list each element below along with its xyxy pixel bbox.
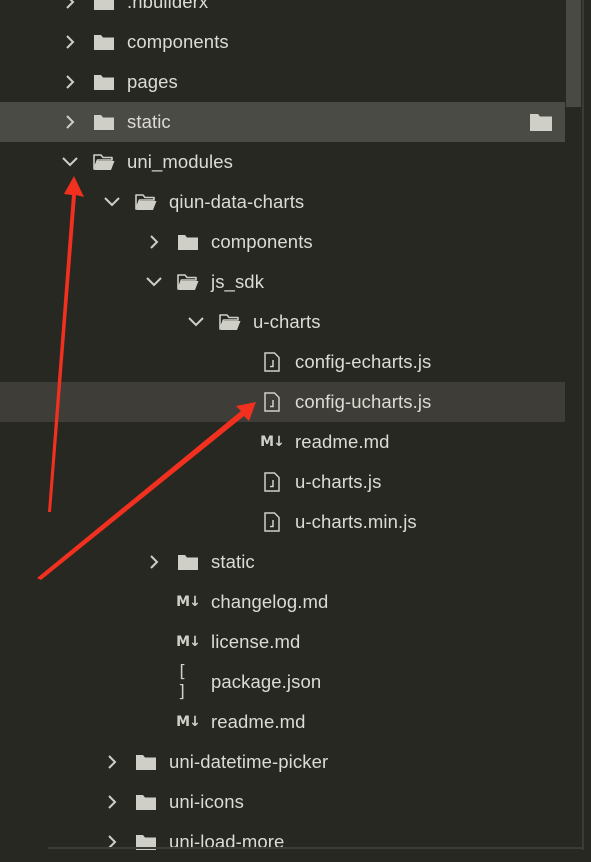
tree-row-license-md[interactable]: M↓ license.md	[0, 622, 565, 662]
tree-item-label: config-echarts.js	[295, 351, 432, 372]
tree-row-uni-modules[interactable]: uni_modules	[0, 142, 565, 182]
markdown-glyph: M↓	[176, 714, 201, 730]
chevron-down-icon[interactable]	[60, 152, 80, 172]
markdown-file-icon: M↓	[176, 712, 201, 732]
tree-item-label: static	[211, 551, 255, 572]
tree-item-label: js_sdk	[211, 271, 265, 292]
chevron-right-icon[interactable]	[144, 232, 164, 252]
markdown-file-icon: M↓	[176, 592, 201, 612]
js-file-icon	[261, 472, 283, 492]
folder-icon	[135, 752, 157, 772]
tree-item-label: readme.md	[211, 711, 306, 732]
tree-row-u-charts-readme-md[interactable]: M↓ readme.md	[0, 422, 565, 462]
chevron-down-icon[interactable]	[144, 272, 164, 292]
chevron-right-icon[interactable]	[144, 552, 164, 572]
tree-row-config-ucharts-js[interactable]: config-ucharts.js	[0, 382, 565, 422]
folder-open-icon	[219, 312, 241, 332]
chevron-right-icon[interactable]	[102, 792, 122, 812]
folder-icon	[93, 72, 115, 92]
tree-item-label: .hbuilderx	[127, 0, 209, 12]
folder-open-icon	[93, 152, 115, 172]
tree-row-uni-icons[interactable]: uni-icons	[0, 782, 565, 822]
tree-item-label: license.md	[211, 631, 301, 652]
json-glyph: [ ]	[177, 662, 190, 702]
tree-row-js-sdk[interactable]: js_sdk	[0, 262, 565, 302]
chevron-right-icon[interactable]	[102, 752, 122, 772]
tree-row-u-charts-folder[interactable]: u-charts	[0, 302, 565, 342]
tree-item-label: uni-datetime-picker	[169, 751, 329, 772]
tree-item-label: changelog.md	[211, 591, 329, 612]
js-file-icon	[261, 512, 283, 532]
json-file-icon: [ ]	[177, 662, 199, 702]
folder-open-icon	[135, 192, 157, 212]
chevron-right-icon[interactable]	[60, 0, 80, 12]
tree-item-label: qiun-data-charts	[169, 191, 305, 212]
folder-open-icon	[177, 272, 199, 292]
chevron-down-icon[interactable]	[186, 312, 206, 332]
chevron-down-icon[interactable]	[102, 192, 122, 212]
markdown-file-icon: M↓	[176, 632, 201, 652]
tree-item-label: package.json	[211, 671, 322, 692]
folder-icon	[135, 792, 157, 812]
tree-row-qiun-static[interactable]: static	[0, 542, 565, 582]
tree-item-label: u-charts	[253, 311, 321, 332]
tree-item-label: pages	[127, 71, 178, 92]
chevron-right-icon[interactable]	[60, 72, 80, 92]
tree-item-label: config-ucharts.js	[295, 391, 432, 412]
tree-item-label: static	[127, 111, 171, 132]
markdown-glyph: M↓	[176, 594, 201, 610]
scrollbar-divider	[582, 0, 584, 850]
folder-icon	[177, 232, 199, 252]
tree-row-u-charts-js[interactable]: u-charts.js	[0, 462, 565, 502]
tree-row-qiun-data-charts[interactable]: qiun-data-charts	[0, 182, 565, 222]
tree-item-label: uni-icons	[169, 791, 244, 812]
markdown-glyph: M↓	[176, 634, 201, 650]
folder-icon	[135, 832, 157, 852]
tree-row-components[interactable]: components	[0, 22, 565, 62]
markdown-file-icon: M↓	[260, 432, 285, 452]
tree-item-label: components	[211, 231, 313, 252]
tree-row-changelog-md[interactable]: M↓ changelog.md	[0, 582, 565, 622]
js-file-icon	[261, 392, 283, 412]
file-tree: .hbuilderx components pages static uni_modul…	[0, 0, 565, 862]
folder-icon	[177, 552, 199, 572]
tree-row-qiun-components[interactable]: components	[0, 222, 565, 262]
chevron-right-icon[interactable]	[60, 112, 80, 132]
scrollbar-thumb[interactable]	[566, 0, 581, 107]
tree-row-uni-load-more[interactable]: uni-load-more	[0, 822, 565, 862]
tree-row-qiun-readme-md[interactable]: M↓ readme.md	[0, 702, 565, 742]
tree-row-u-charts-min-js[interactable]: u-charts.min.js	[0, 502, 565, 542]
tree-row-uni-datetime-picker[interactable]: uni-datetime-picker	[0, 742, 565, 782]
tree-row-hbuilderx[interactable]: .hbuilderx	[0, 0, 565, 22]
tree-row-pages[interactable]: pages	[0, 62, 565, 102]
tree-row-static[interactable]: static	[0, 102, 565, 142]
tree-item-label: readme.md	[295, 431, 390, 452]
markdown-glyph: M↓	[260, 434, 285, 450]
tree-row-package-json[interactable]: [ ] package.json	[0, 662, 565, 702]
chevron-right-icon[interactable]	[102, 832, 122, 852]
tree-item-label: uni_modules	[127, 151, 234, 172]
chevron-right-icon[interactable]	[60, 32, 80, 52]
tree-row-config-echarts-js[interactable]: config-echarts.js	[0, 342, 565, 382]
tree-item-label: u-charts.min.js	[295, 511, 417, 532]
scrollbar-track[interactable]	[565, 0, 591, 850]
tree-item-label: u-charts.js	[295, 471, 382, 492]
folder-icon	[93, 112, 115, 132]
folder-icon	[93, 32, 115, 52]
horizontal-scrollbar-edge	[48, 847, 583, 849]
folder-icon[interactable]	[529, 112, 553, 137]
tree-item-label: components	[127, 31, 229, 52]
folder-icon	[93, 0, 115, 12]
js-file-icon	[261, 352, 283, 372]
